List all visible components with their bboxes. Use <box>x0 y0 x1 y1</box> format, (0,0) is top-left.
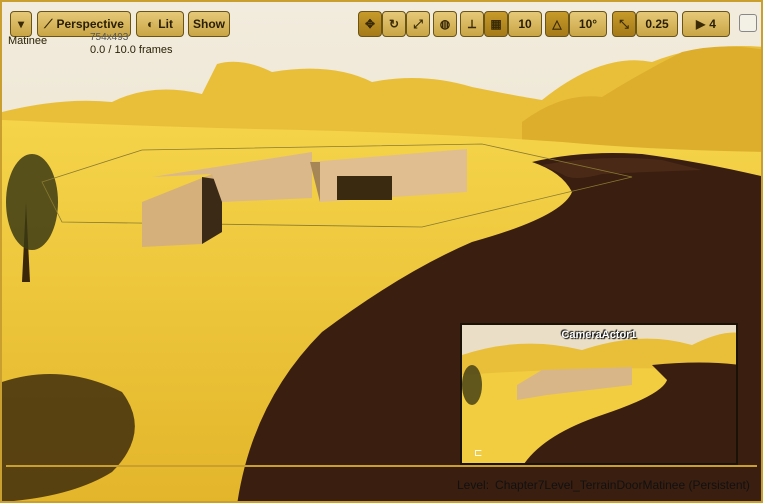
scale-snap-value: 0.25 <box>645 17 669 31</box>
chevron-down-icon: ▾ <box>17 17 25 31</box>
rotation-snap-value-dropdown[interactable]: 10° <box>569 11 607 37</box>
viewport-options-button[interactable]: ▾ <box>10 11 32 37</box>
grid-icon: ▦ <box>490 17 502 31</box>
translate-tool-button[interactable]: ✥ <box>358 11 382 37</box>
show-flags-label: Show <box>193 17 225 31</box>
camera-actor-label: CameraActor1 <box>561 329 637 341</box>
camera-speed-value: 4 <box>709 17 716 31</box>
level-name: Chapter7Level_TerrainDoorMatinee (Persis… <box>495 478 750 492</box>
current-level-indicator: Level: Chapter7Level_TerrainDoorMatinee (… <box>457 478 756 492</box>
camera-speed-button[interactable]: ▶ 4 <box>682 11 730 37</box>
angle-icon: △ <box>552 17 562 31</box>
rotate-icon: ↻ <box>388 17 400 31</box>
surface-snap-button[interactable]: ⟂ <box>460 11 484 37</box>
move-icon: ✥ <box>364 17 376 31</box>
scale-snap-value-dropdown[interactable]: 0.25 <box>636 11 678 37</box>
maximize-viewport-button[interactable] <box>739 14 757 32</box>
lit-sphere-icon: ◐ <box>147 17 155 31</box>
globe-icon: ◍ <box>439 17 451 31</box>
camera-icon: ⊏ <box>474 448 483 459</box>
grid-snap-value-dropdown[interactable]: 10 <box>508 11 542 37</box>
coordinate-system-button[interactable]: ◍ <box>433 11 457 37</box>
matinee-label: Matinee <box>8 35 48 47</box>
frames-text: 0.0 / 10.0 frames <box>90 44 173 56</box>
resolution-text: 754x493 <box>90 32 129 43</box>
lighting-mode-label: Lit <box>158 17 173 31</box>
perspective-icon: ⟋ <box>44 17 53 31</box>
lighting-mode-button[interactable]: ◐ Lit <box>136 11 184 37</box>
camera-preview-render <box>462 325 736 463</box>
rotation-snap-toggle[interactable]: △ <box>545 11 569 37</box>
level-label: Level: <box>457 478 490 492</box>
show-flags-button[interactable]: Show <box>188 11 230 37</box>
rotate-tool-button[interactable]: ↻ <box>382 11 406 37</box>
surface-snap-icon: ⟂ <box>467 17 476 31</box>
grid-snap-value: 10 <box>518 17 532 31</box>
scale-tool-button[interactable]: ⤢ <box>406 11 430 37</box>
level-viewport[interactable]: ▾ ⟋ Perspective ◐ Lit Show ✥ ↻ ⤢ ◍ ⟂ ▦ 1… <box>0 0 763 503</box>
view-mode-label: Perspective <box>56 17 124 31</box>
rotation-snap-value: 10° <box>578 17 598 31</box>
scale-icon: ⤢ <box>413 17 423 31</box>
scale-snap-icon: ⤡ <box>619 17 629 31</box>
camera-preview: CameraActor1 ⊏ <box>460 323 738 465</box>
matinee-timeline-bar <box>6 465 757 467</box>
camera-icon: ▶ <box>696 17 706 31</box>
grid-snap-toggle[interactable]: ▦ <box>484 11 508 37</box>
scale-snap-toggle[interactable]: ⤡ <box>612 11 636 37</box>
